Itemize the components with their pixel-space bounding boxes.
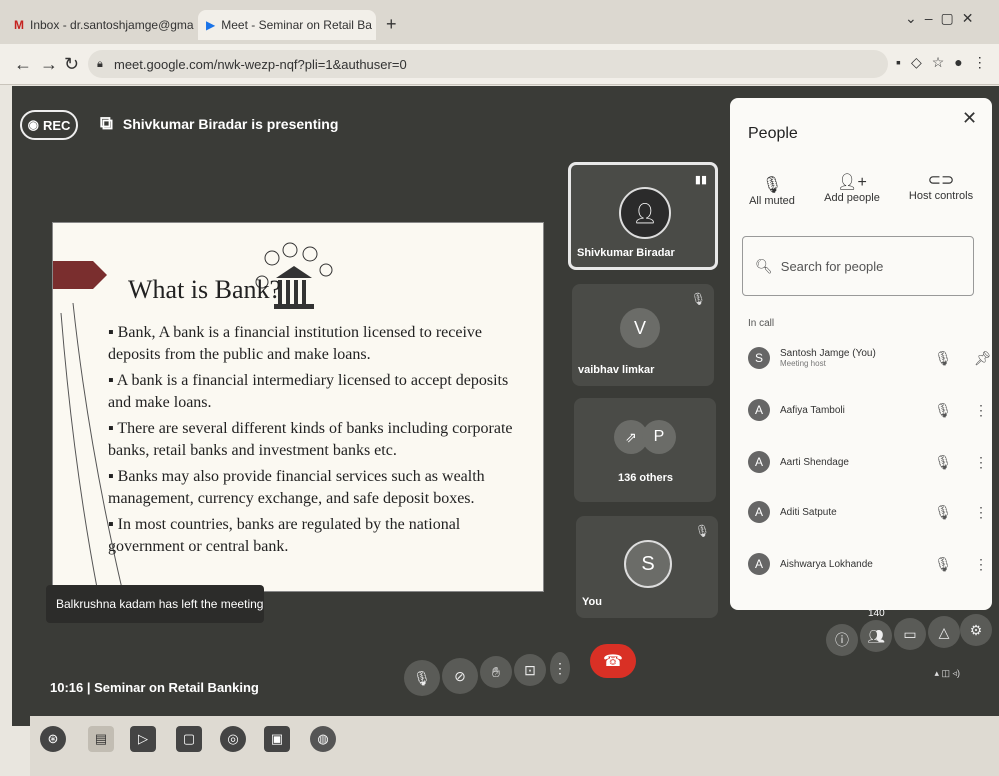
- info-icon[interactable]: ⓘ: [826, 624, 858, 656]
- present-icon: ⊡: [524, 661, 536, 678]
- all-muted-control[interactable]: 🎙︎ All muted: [742, 175, 802, 207]
- avatar: S: [748, 347, 770, 369]
- info-separator: |: [86, 680, 91, 695]
- presenting-banner: ⧉ Shivkumar Biradar is presenting: [100, 113, 339, 133]
- start-icon[interactable]: ⊛: [40, 726, 66, 752]
- mic-off-icon: 🎙︎: [934, 401, 952, 418]
- participant-count-badge: 140: [868, 608, 885, 619]
- present-button[interactable]: ⊡: [514, 654, 546, 686]
- host-controls-icon: ⊂⊃: [927, 172, 955, 189]
- list-item[interactable]: A Aafiya Tamboli 🎙︎ ⋮: [748, 392, 988, 428]
- gmail-icon: M: [14, 18, 24, 32]
- avatar: P: [642, 420, 676, 454]
- in-call-heading: In call: [748, 318, 775, 329]
- activities-icon[interactable]: △: [928, 616, 960, 648]
- more-options-icon[interactable]: ⋮: [974, 556, 988, 573]
- avatar: A: [748, 553, 770, 575]
- mic-off-icon: 🎙︎: [761, 177, 783, 194]
- slide-bullet: ▪ Bank, A bank is a financial institutio…: [108, 324, 483, 363]
- phone-hangup-icon: ☎︎: [603, 653, 623, 670]
- close-panel-icon[interactable]: ✕: [962, 108, 977, 129]
- new-tab-button[interactable]: +: [386, 14, 397, 35]
- present-screen-icon: ⧉: [100, 113, 113, 133]
- list-item[interactable]: A Aishwarya Lokhande 🎙︎ ⋮: [748, 546, 988, 582]
- search-icon: 🔍︎: [755, 257, 773, 274]
- more-vert-icon: ⋮: [553, 659, 567, 676]
- slide-bullet: ▪ There are several different kinds of b…: [108, 420, 513, 459]
- others-count: 136 others: [618, 472, 674, 484]
- chat-icon[interactable]: ▭: [894, 618, 926, 650]
- more-options-icon[interactable]: ⋮: [974, 504, 988, 521]
- tab-meet[interactable]: ▶ Meet - Seminar on Retail Ba ● ✕: [198, 10, 376, 40]
- avatar: A: [748, 451, 770, 473]
- add-person-icon: 👤︎+: [837, 174, 867, 191]
- slide-bullet: ▪ In most countries, banks are regulated…: [108, 516, 461, 555]
- mic-off-icon: 🎙︎: [934, 503, 952, 520]
- app-g-icon[interactable]: ◍: [310, 726, 336, 752]
- more-options-icon[interactable]: ⋮: [974, 402, 988, 419]
- pin-icon[interactable]: 📌︎: [974, 350, 992, 367]
- mic-off-icon: 🎙︎: [934, 453, 952, 470]
- lock-icon: 🔒︎: [97, 57, 103, 70]
- url-field[interactable]: 🔒︎ meet.google.com/nwk-wezp-nqf?pli=1&au…: [88, 50, 888, 78]
- pdf-reader-icon[interactable]: ▣: [264, 726, 290, 752]
- camera-off-icon: ⊘: [454, 667, 466, 684]
- others-tile[interactable]: ⇗ P 136 others: [574, 398, 716, 502]
- rec-badge: ◉ REC: [20, 110, 78, 140]
- presenter-avatar: 👤︎: [619, 187, 671, 239]
- clock-time: 10:16: [50, 680, 84, 695]
- meeting-title: Seminar on Retail Banking: [94, 680, 259, 695]
- files-icon[interactable]: ▤: [88, 726, 114, 752]
- host-settings-icon[interactable]: ⚙︎: [960, 614, 992, 646]
- self-tile[interactable]: S 🎙︎ You: [576, 516, 718, 618]
- list-item[interactable]: A Aarti Shendage 🎙︎ ⋮: [748, 444, 988, 480]
- list-item[interactable]: A Aditi Satpute 🎙︎ ⋮: [748, 494, 988, 530]
- media-player-icon[interactable]: ▷: [130, 726, 156, 752]
- mic-off-icon: 🎙︎: [690, 292, 706, 306]
- add-people-control[interactable]: 👤︎+ Add people: [820, 172, 884, 204]
- forward-icon[interactable]: →: [40, 54, 58, 75]
- camera-app-icon[interactable]: ▢: [176, 726, 202, 752]
- avatar: A: [748, 501, 770, 523]
- slide-title: What is Bank?: [128, 275, 282, 304]
- raise-hand-button[interactable]: ✋︎: [480, 656, 512, 688]
- avatar: S: [624, 540, 672, 588]
- people-icon[interactable]: 👥︎: [860, 620, 892, 652]
- list-item[interactable]: S Santosh Jamge (You) Meeting host 🎙︎ 📌︎: [748, 340, 992, 376]
- browser-actions[interactable]: ▪◇☆●⋮: [896, 54, 997, 71]
- leave-call-button[interactable]: ☎︎: [590, 644, 636, 678]
- back-icon[interactable]: ←: [14, 54, 32, 75]
- chrome-icon[interactable]: ◎: [220, 726, 246, 752]
- speaking-icon: ▮▮: [694, 174, 707, 186]
- self-name: You: [582, 596, 602, 608]
- avatar: A: [748, 399, 770, 421]
- participant-tile-vaibhav[interactable]: V 🎙︎ vaibhav limkar: [572, 284, 714, 386]
- meeting-info: 10:16 | Seminar on Retail Banking: [50, 680, 259, 695]
- mic-toggle-button[interactable]: 🎙︎: [404, 660, 440, 696]
- participant-name: vaibhav limkar: [578, 364, 655, 376]
- more-options-icon[interactable]: ⋮: [974, 454, 988, 471]
- people-title: People: [748, 125, 798, 142]
- avatar: V: [620, 308, 660, 348]
- left-meeting-toast: Balkrushna kadam has left the meeting: [46, 585, 264, 623]
- more-options-button[interactable]: ⋮: [550, 652, 570, 684]
- tab-gmail[interactable]: M Inbox - dr.santoshjamge@gmail.c ✕: [6, 10, 194, 40]
- mic-off-icon: 🎙︎: [934, 349, 952, 366]
- meet-icon: ▶: [206, 18, 216, 32]
- mic-off-icon: 🎙︎: [413, 669, 431, 686]
- mic-off-icon: 🎙︎: [934, 555, 952, 572]
- slide-bullet: ▪ A bank is a financial intermediary lic…: [108, 372, 509, 411]
- hand-icon: ✋︎: [492, 663, 500, 680]
- search-people-input[interactable]: 🔍︎ Search for people: [742, 236, 974, 296]
- reload-icon[interactable]: ↻: [64, 54, 79, 75]
- system-tray: ▴ ◫ ◃): [934, 668, 960, 678]
- record-icon: ◉: [27, 117, 39, 132]
- window-controls[interactable]: ⌄–▢✕: [905, 10, 985, 32]
- camera-toggle-button[interactable]: ⊘: [442, 658, 478, 694]
- presenter-name: Shivkumar Biradar: [577, 247, 675, 259]
- presenter-tile[interactable]: 👤︎ ▮▮ Shivkumar Biradar: [568, 162, 718, 270]
- slide-bullet: ▪ Banks may also provide financial servi…: [108, 468, 485, 507]
- mic-off-icon: 🎙︎: [694, 524, 710, 538]
- host-controls-control[interactable]: ⊂⊃ Host controls: [904, 170, 978, 202]
